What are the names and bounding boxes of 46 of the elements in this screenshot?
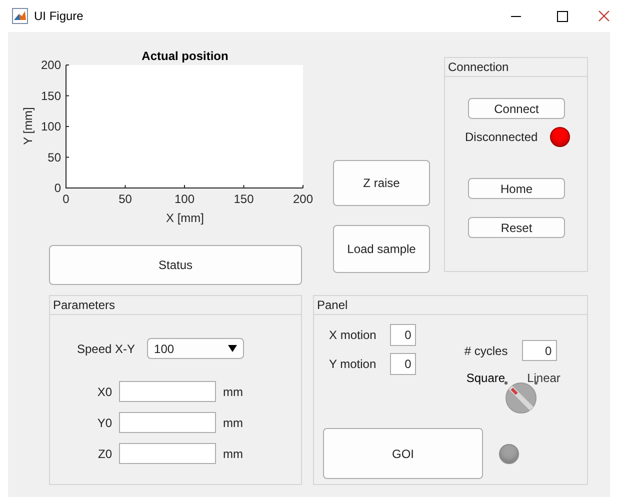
go-button[interactable]: GOI [323, 428, 483, 479]
tick-label: 50 [118, 192, 132, 206]
unit-label: mm [223, 384, 244, 398]
speed-dropdown[interactable]: 100 [147, 338, 244, 359]
input-field[interactable] [119, 412, 216, 433]
panel-title: Parameters [52, 297, 116, 314]
y-axis-label: Y [mm] [21, 107, 35, 145]
field-label: X0 [96, 384, 112, 398]
tick-label: 200 [40, 58, 61, 72]
action-button[interactable]: Load sample [333, 225, 430, 273]
field-label: Y0 [96, 416, 112, 430]
tick-label: 50 [48, 150, 61, 164]
command-button[interactable]: Home [468, 178, 565, 199]
tick-label: 100 [40, 120, 61, 134]
unit-label: mm [223, 416, 244, 430]
tick-label: 0 [54, 181, 61, 195]
field-label: # cycles [464, 344, 508, 358]
tick-label: 150 [40, 88, 61, 103]
switch-option[interactable]: Square [466, 371, 506, 385]
switch-option[interactable]: Linear [527, 371, 560, 385]
connect-button[interactable]: Connect [468, 98, 565, 119]
field-label: Y motion [329, 357, 376, 371]
action-button[interactable]: Z raise [333, 160, 430, 206]
panel-title: Connection [447, 59, 510, 76]
x-axis-label: X [mm] [166, 211, 204, 225]
tick-label: 100 [174, 192, 195, 206]
window-title: UI Figure [34, 9, 84, 23]
field-label: Speed X-Y [77, 342, 136, 356]
connection-status: Disconnected [465, 130, 538, 144]
chart-title: Actual position [142, 49, 228, 63]
app-icon [12, 8, 28, 24]
tick-label: 0 [62, 192, 70, 206]
input-field[interactable] [119, 443, 216, 464]
field-label: X motion [329, 328, 376, 342]
tick-label: 200 [292, 192, 314, 206]
caret-icon [228, 345, 238, 352]
input-field[interactable]: 0 [522, 340, 557, 361]
input-field[interactable]: 0 [390, 353, 416, 375]
unit-label: mm [223, 446, 244, 460]
input-field[interactable]: 0 [390, 324, 416, 346]
command-button[interactable]: Reset [468, 217, 565, 238]
field-label: Z0 [96, 446, 112, 460]
status-button[interactable]: Status [49, 245, 302, 285]
panel-title: Panel [316, 297, 349, 314]
input-field[interactable] [119, 381, 216, 402]
tick-label: 150 [234, 192, 254, 206]
